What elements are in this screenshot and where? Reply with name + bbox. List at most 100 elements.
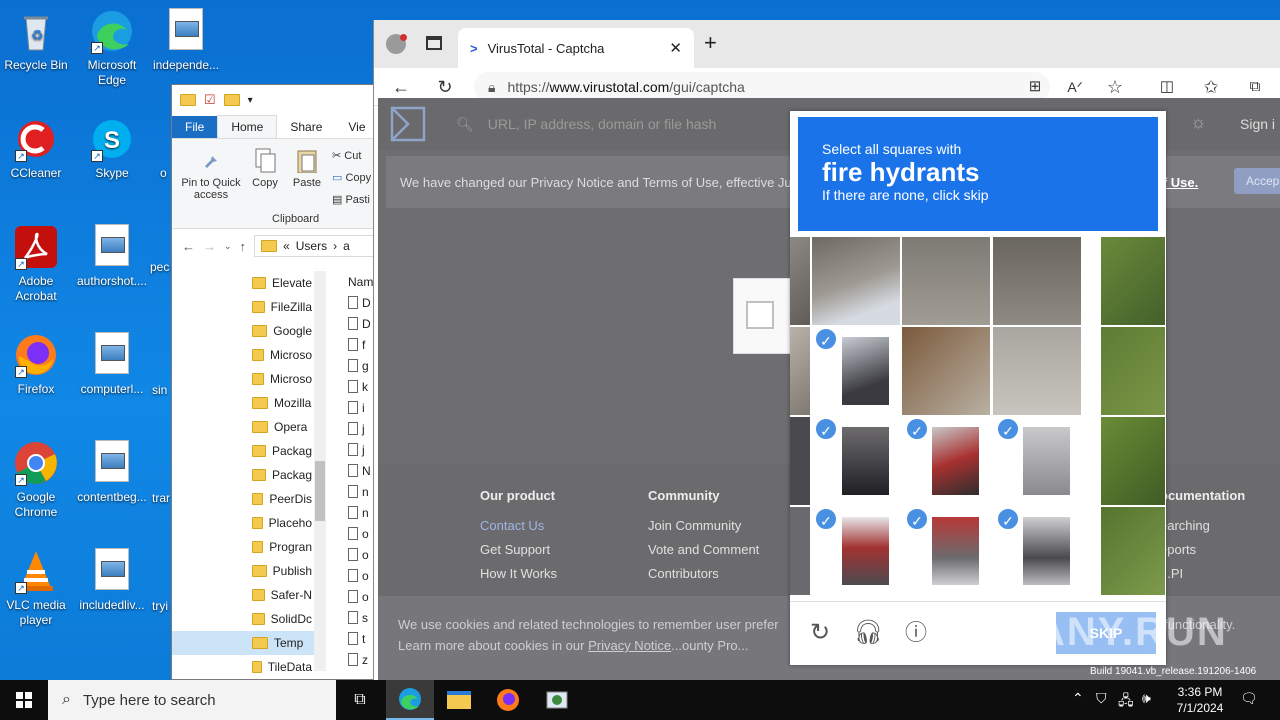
footer-link[interactable]: Contact Us (480, 514, 557, 538)
tree-item[interactable]: SolidDc (252, 607, 312, 631)
volume-icon[interactable]: 🕪︎ (1142, 690, 1151, 707)
read-aloud-icon[interactable]: Aᐟ (1064, 76, 1086, 98)
tree-item[interactable]: Microso (252, 367, 312, 391)
tree-item[interactable]: Elevate (252, 271, 312, 295)
scrollbar-thumb[interactable] (315, 461, 325, 521)
copy-button[interactable]: Copy (248, 147, 282, 189)
refresh-icon[interactable]: ↻ (434, 76, 456, 98)
defender-icon[interactable]: ⛉ (1096, 690, 1107, 707)
recent-dropdown-icon[interactable]: ⌄ (224, 241, 232, 252)
tree-item[interactable]: Placeho (252, 511, 312, 535)
tab-file[interactable]: File (172, 116, 218, 138)
grid-tile-8[interactable] (902, 327, 990, 415)
reload-icon[interactable]: ↻ (805, 618, 835, 648)
footer-link[interactable]: Get Support (480, 538, 557, 562)
cut-button[interactable]: ✂ Cut (332, 149, 361, 162)
tree-item[interactable]: Packag (252, 439, 312, 463)
tree-item[interactable]: Mozilla (252, 391, 312, 415)
paste-shortcut-button[interactable]: ▤ Pasti (332, 193, 370, 206)
vt-search-input[interactable]: 🔍︎ URL, IP address, domain or file hash (448, 108, 788, 140)
grid-tile-5[interactable] (1101, 237, 1165, 325)
tree-item[interactable]: Progran (252, 535, 312, 559)
taskbar-search-box[interactable]: ⌕ Type here to search (48, 680, 336, 720)
tree-item-temp[interactable]: Temp (172, 631, 320, 655)
desktop-icon-google-chrome[interactable]: ↗ Google Chrome (0, 440, 72, 520)
copy-path-button[interactable]: ▭ Copy (332, 171, 371, 184)
tab-actions-icon[interactable] (426, 36, 442, 50)
back-arrow-icon[interactable]: ← (182, 239, 195, 254)
tree-item[interactable]: Google (252, 319, 312, 343)
tree-item[interactable]: Opera (252, 415, 312, 439)
back-icon[interactable]: ← (390, 76, 412, 98)
privacy-notice-link[interactable]: Privacy Notice (588, 638, 671, 653)
captcha-checkbox[interactable] (746, 301, 774, 329)
audio-icon[interactable]: 🎧︎ (853, 618, 883, 648)
theme-toggle-icon[interactable]: ☼ (1190, 112, 1207, 133)
desktop-icon-ccleaner[interactable]: ↗ CCleaner (0, 116, 72, 181)
grid-tile-3[interactable] (902, 237, 990, 325)
quick-access-dropdown-icon[interactable]: ▾ (248, 95, 253, 106)
paste-button[interactable]: Paste (290, 147, 324, 189)
tree-item[interactable]: FileZilla (252, 295, 312, 319)
breadcrumb[interactable]: « Users › a (254, 235, 380, 257)
taskbar-firefox[interactable] (484, 680, 532, 720)
virustotal-logo-icon[interactable] (390, 106, 426, 142)
tree-scrollbar[interactable] (314, 271, 326, 671)
grid-tile-15[interactable] (1101, 417, 1165, 505)
network-icon[interactable]: 🖧︎ (1118, 690, 1134, 714)
grid-tile-11[interactable] (790, 417, 810, 505)
tree-item[interactable]: TileData (252, 655, 312, 679)
forward-arrow-icon[interactable]: → (203, 239, 216, 254)
tree-item[interactable]: Safer-N (252, 583, 312, 607)
tab-share[interactable]: Share (277, 116, 335, 138)
footer-link[interactable]: Vote and Comment (648, 538, 759, 562)
footer-link[interactable]: ...PI (1160, 562, 1245, 586)
desktop-icon-contentbeg[interactable]: contentbeg... (76, 440, 148, 505)
desktop-icon-adobe-acrobat[interactable]: ↗ Adobe Acrobat (0, 224, 72, 304)
sign-in-link[interactable]: Sign i (1240, 116, 1275, 132)
grid-tile-4[interactable] (993, 237, 1081, 325)
close-tab-icon[interactable]: ✕ (669, 39, 682, 57)
desktop-icon-skype[interactable]: S ↗ Skype (76, 116, 148, 181)
desktop-icon-computerl[interactable]: computerl... (76, 332, 148, 397)
footer-link[interactable]: How It Works (480, 562, 557, 586)
task-view-button[interactable]: ⧉ (336, 680, 384, 720)
desktop-icon-recycle-bin[interactable]: ♻ Recycle Bin (0, 8, 72, 73)
system-clock[interactable]: 3:36 PM 7/1/2024 (1160, 684, 1240, 716)
info-icon[interactable]: ⓘ (901, 618, 931, 648)
notifications-icon[interactable]: 🗨︎ (1240, 690, 1258, 707)
split-screen-icon[interactable]: ◫ (1156, 76, 1178, 98)
app-available-icon[interactable]: ⊞ (1024, 76, 1046, 98)
grid-tile-10[interactable] (1101, 327, 1165, 415)
grid-tile-2[interactable] (812, 237, 900, 325)
tree-item[interactable]: Packag (252, 463, 312, 487)
properties-icon[interactable]: ☑ (204, 92, 216, 108)
grid-tile-16[interactable] (790, 507, 810, 595)
desktop-icon-firefox[interactable]: ↗ Firefox (0, 332, 72, 397)
tree-item[interactable]: PeerDis (252, 487, 312, 511)
tab-virustotal[interactable]: > VirusTotal - Captcha ✕ (458, 28, 694, 68)
taskbar-edge[interactable] (386, 680, 434, 720)
pin-to-quick-access-button[interactable]: Pin to Quick access (176, 147, 246, 201)
taskbar-file-explorer[interactable] (435, 680, 483, 720)
grid-tile-20[interactable] (1101, 507, 1165, 595)
start-button[interactable] (0, 680, 48, 720)
desktop-icon-authorshot[interactable]: authorshot.... (76, 224, 148, 289)
grid-tile-9[interactable] (993, 327, 1081, 415)
tree-item[interactable]: Microso (252, 343, 312, 367)
taskbar-app[interactable] (533, 680, 581, 720)
desktop-icon-includedliv[interactable]: includedliv... (76, 548, 148, 613)
new-tab-icon[interactable]: + (704, 30, 717, 56)
collections-icon[interactable]: ⧉ (1244, 76, 1266, 98)
tree-item[interactable]: Publish (252, 559, 312, 583)
grid-tile-1[interactable] (790, 237, 810, 325)
footer-link[interactable]: eports (1160, 538, 1245, 562)
desktop-icon-independe[interactable]: independe... (150, 8, 222, 73)
footer-link[interactable]: earching (1160, 514, 1245, 538)
footer-link[interactable]: Contributors (648, 562, 759, 586)
show-hidden-icons[interactable]: ⌃ (1072, 690, 1084, 707)
up-arrow-icon[interactable]: ↑ (240, 239, 247, 254)
footer-link[interactable]: Join Community (648, 514, 759, 538)
favorites-icon[interactable]: ✩ (1200, 76, 1222, 98)
grid-tile-6[interactable] (790, 327, 810, 415)
